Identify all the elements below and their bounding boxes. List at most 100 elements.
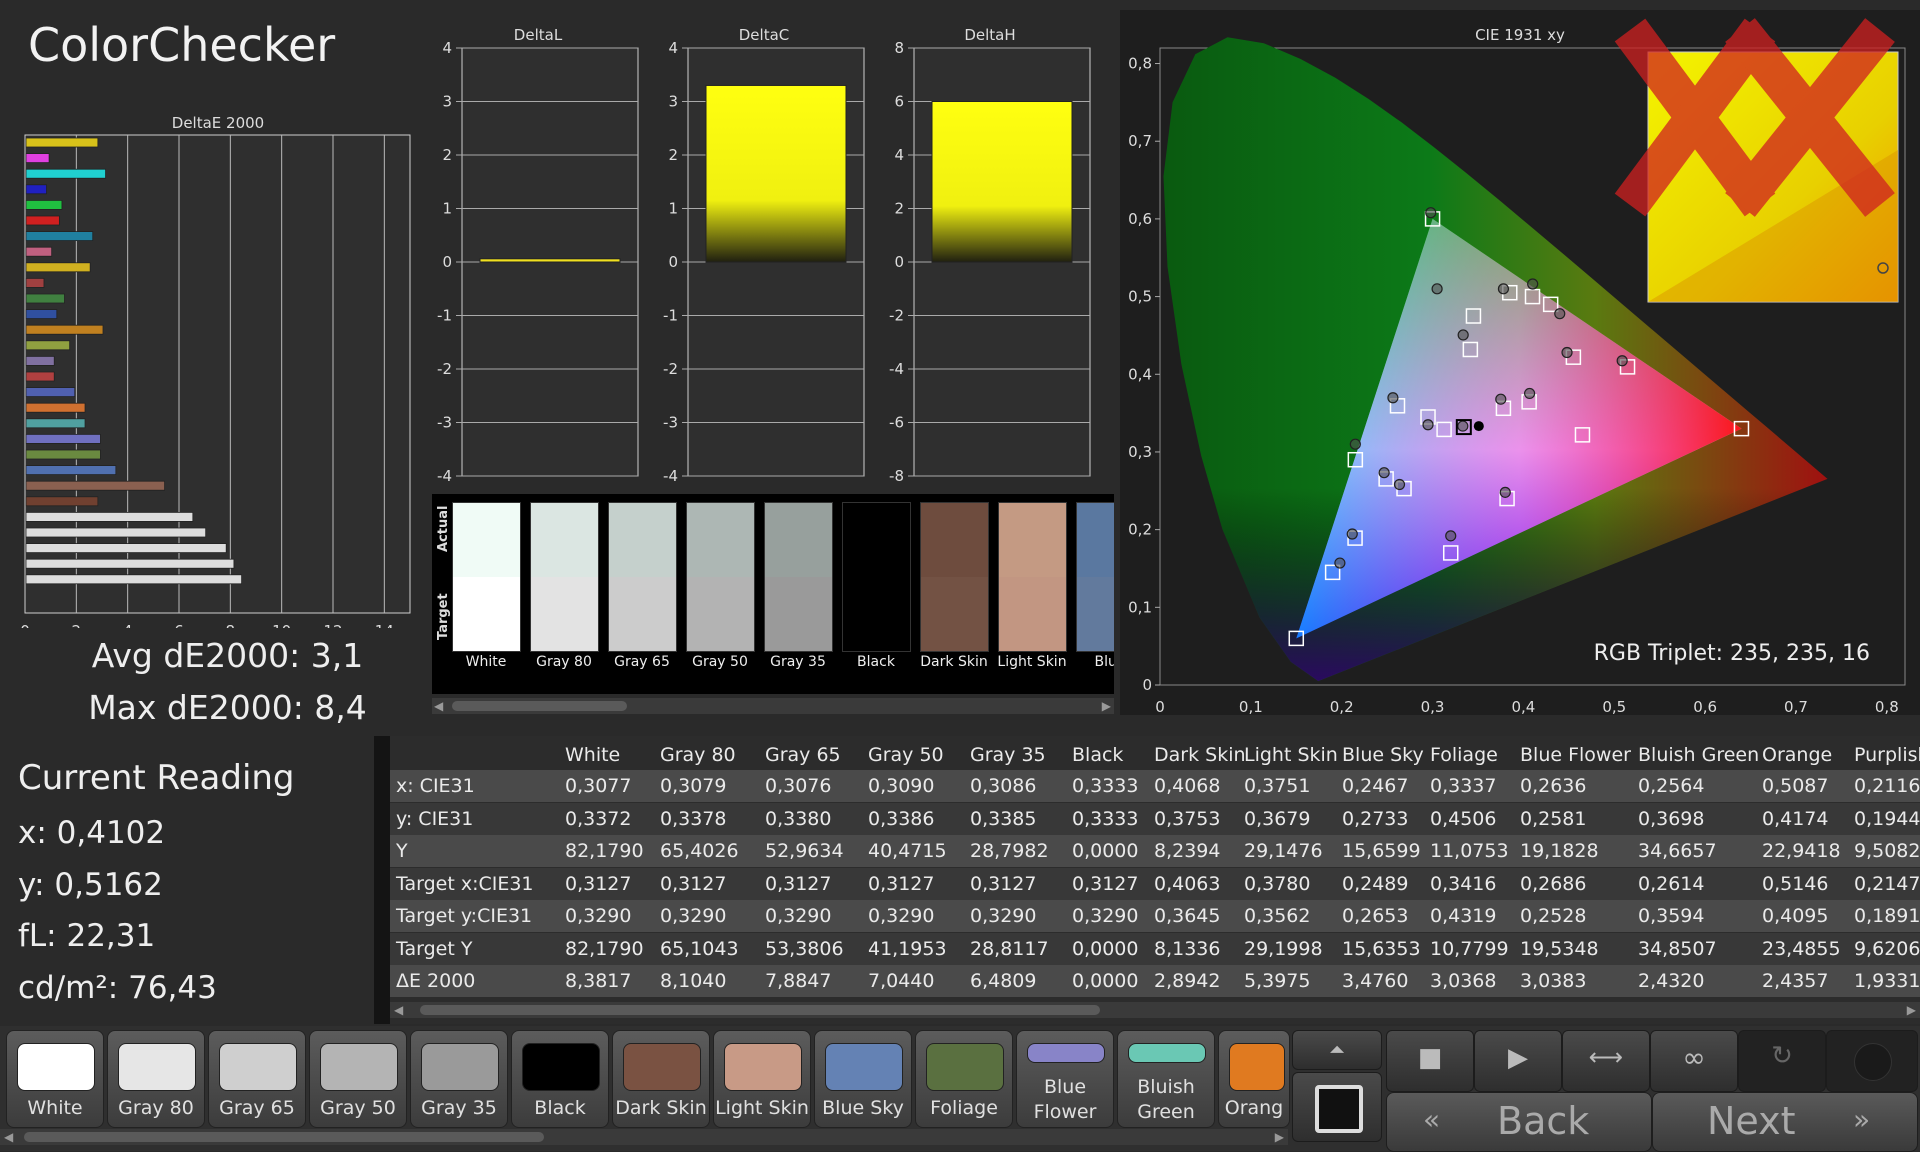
patch-button-orang[interactable]: Orang bbox=[1218, 1030, 1290, 1128]
swatch-light-skin bbox=[998, 502, 1067, 652]
deltae-bar bbox=[25, 574, 243, 585]
deltah-tick-label: 6 bbox=[894, 93, 904, 111]
patch-button-dark-skin[interactable]: Dark Skin bbox=[612, 1030, 710, 1128]
deltae-bar bbox=[25, 465, 117, 476]
deltae-bar bbox=[25, 433, 101, 444]
current-reading-title: Current Reading bbox=[18, 758, 295, 798]
swatch-scroll-thumb[interactable] bbox=[452, 701, 627, 711]
table-cell: 15,6599 bbox=[1342, 840, 1421, 862]
cie-actual-point bbox=[1499, 486, 1511, 498]
table-cell: 28,8117 bbox=[970, 937, 1049, 960]
patch-button-blue-sky[interactable]: Blue Sky bbox=[814, 1030, 912, 1128]
play-button[interactable]: ▶ bbox=[1474, 1030, 1562, 1092]
table-cell: 0,3290 bbox=[765, 905, 832, 927]
back-button[interactable]: « Back bbox=[1386, 1092, 1652, 1152]
table-row: x: CIE31 0,3077 0,3079 0,3076 0,3090 0,3086 0,… bbox=[390, 770, 1920, 802]
swatch-label: Gray 50 bbox=[692, 654, 748, 670]
patch-button-gray-65[interactable]: Gray 65 bbox=[208, 1030, 306, 1128]
patch-scroll-thumb[interactable] bbox=[24, 1132, 544, 1142]
fit-width-icon: ⟷ bbox=[1588, 1043, 1624, 1071]
refresh-button[interactable]: ↻ bbox=[1738, 1030, 1826, 1092]
patch-button-foliage[interactable]: Foliage bbox=[915, 1030, 1013, 1128]
table-cell: 8,2394 bbox=[1154, 840, 1221, 862]
deltae-bar bbox=[25, 153, 50, 163]
deltae-bar bbox=[25, 262, 91, 273]
table-row: Target y:CIE31 0,3290 0,3290 0,3290 0,3290 0,… bbox=[390, 900, 1920, 932]
deltac-tick-label: 3 bbox=[668, 93, 678, 111]
cie-title: CIE 1931 xy bbox=[1475, 26, 1565, 44]
infinity-icon: ∞ bbox=[1682, 1041, 1706, 1074]
deltae-tick-label: 10 bbox=[272, 622, 291, 628]
next-button[interactable]: Next » bbox=[1652, 1092, 1918, 1152]
cie-actual-point bbox=[1457, 420, 1469, 432]
table-scroll-thumb[interactable] bbox=[420, 1005, 1100, 1015]
up-button[interactable]: ⏶ bbox=[1292, 1030, 1382, 1070]
deltah-tick-label: 2 bbox=[894, 200, 904, 218]
swatch-label: Gray 80 bbox=[536, 654, 592, 670]
table-cell: 0,3290 bbox=[565, 905, 632, 927]
patch-scrollbar[interactable]: ◀ ▶ bbox=[0, 1129, 1288, 1145]
cie-actual-point bbox=[1422, 419, 1434, 431]
swatch-panel: Actual Target White Gray 80 Gray 65 Gray 50… bbox=[432, 494, 1114, 694]
record-button[interactable] bbox=[1292, 1072, 1382, 1142]
patch-color-chip bbox=[522, 1043, 600, 1091]
table-cell: 82,1790 bbox=[565, 840, 644, 862]
table-cell: 29,1476 bbox=[1244, 840, 1323, 862]
stop-button[interactable]: ■ bbox=[1386, 1030, 1474, 1092]
deltae-bar bbox=[25, 137, 99, 148]
deltae-bar bbox=[25, 480, 166, 491]
cie-chart: CIE 1931 xy 0 0,1 0,2 0,3 0,4 0,5 0,6 0,7 0,8 0 0,… bbox=[1128, 18, 1906, 715]
deltal-tick-label: 1 bbox=[442, 200, 452, 218]
deltal-tick-label: 4 bbox=[442, 39, 452, 57]
cie-y-tick: 0,7 bbox=[1128, 132, 1152, 150]
table-cell: 0,3290 bbox=[660, 905, 727, 927]
cie-x-tick: 0,8 bbox=[1875, 698, 1899, 715]
cie-y-tick: 0,6 bbox=[1128, 210, 1152, 228]
status-button[interactable] bbox=[1826, 1030, 1918, 1092]
rgb-triplet-label: RGB Triplet: 235, 235, 16 bbox=[1594, 641, 1870, 666]
table-cell: 1,9331 bbox=[1854, 970, 1920, 992]
deltal-chart: DeltaL 4 3 2 1 0 -1 -2 -3 -4 bbox=[437, 26, 639, 484]
table-cell: 3,0383 bbox=[1520, 970, 1587, 992]
swatch-label: Gray 35 bbox=[770, 654, 826, 670]
deltae-bar bbox=[25, 324, 104, 335]
table-cell: 0,2116 bbox=[1854, 775, 1920, 797]
patch-color-chip bbox=[1027, 1043, 1105, 1063]
patch-button-white[interactable]: White bbox=[6, 1030, 104, 1128]
cie-y-tick: 0,1 bbox=[1128, 598, 1152, 616]
cie-actual-point bbox=[1457, 329, 1469, 341]
cie-actual-point bbox=[1554, 308, 1566, 320]
loop-button[interactable]: ∞ bbox=[1650, 1030, 1738, 1092]
double-chevron-right-icon: » bbox=[1853, 1103, 1871, 1136]
patch-color-chip bbox=[421, 1043, 499, 1091]
table-cell: 23,4855 bbox=[1762, 937, 1841, 960]
patch-button-gray-80[interactable]: Gray 80 bbox=[107, 1030, 205, 1128]
table-cell: 0,4068 bbox=[1154, 775, 1221, 797]
table-row-label: Target y:CIE31 bbox=[396, 905, 533, 927]
swatch-scrollbar[interactable]: ◀ ▶ bbox=[432, 698, 1114, 714]
cie-actual-point bbox=[1497, 283, 1510, 295]
fit-button[interactable]: ⟷ bbox=[1562, 1030, 1650, 1092]
table-cell: 0,3698 bbox=[1638, 807, 1705, 830]
table-cell: 53,3806 bbox=[765, 937, 844, 960]
table-cell: 0,4506 bbox=[1430, 807, 1497, 830]
table-cell: 9,6206 bbox=[1854, 937, 1920, 960]
reading-cdm2: cd/m²: 76,43 bbox=[18, 970, 217, 1006]
table-cell: 11,0753 bbox=[1430, 840, 1509, 862]
patch-button-bluish-green[interactable]: Bluish Green bbox=[1117, 1030, 1215, 1128]
patch-label: Orang bbox=[1224, 1097, 1284, 1119]
table-cell: 0,3780 bbox=[1244, 872, 1311, 895]
table-cell: 0,3333 bbox=[1072, 775, 1139, 797]
table-cell: 0,4063 bbox=[1154, 872, 1221, 895]
patch-button-gray-35[interactable]: Gray 35 bbox=[410, 1030, 508, 1128]
deltae-title: DeltaE 2000 bbox=[172, 114, 264, 132]
patch-button-gray-50[interactable]: Gray 50 bbox=[309, 1030, 407, 1128]
table-scrollbar[interactable]: ◀ ▶ bbox=[390, 1002, 1920, 1018]
deltae-tick-label: 4 bbox=[123, 622, 133, 628]
patch-button-blue-flower[interactable]: Blue Flower bbox=[1016, 1030, 1114, 1128]
patch-button-black[interactable]: Black bbox=[511, 1030, 609, 1128]
patch-button-light-skin[interactable]: Light Skin bbox=[713, 1030, 811, 1128]
table-row: Target Y 82,1790 65,1043 53,3806 41,1953 28,8… bbox=[390, 932, 1920, 965]
patch-color-chip bbox=[118, 1043, 196, 1091]
deltah-tick-label: -6 bbox=[889, 414, 904, 432]
